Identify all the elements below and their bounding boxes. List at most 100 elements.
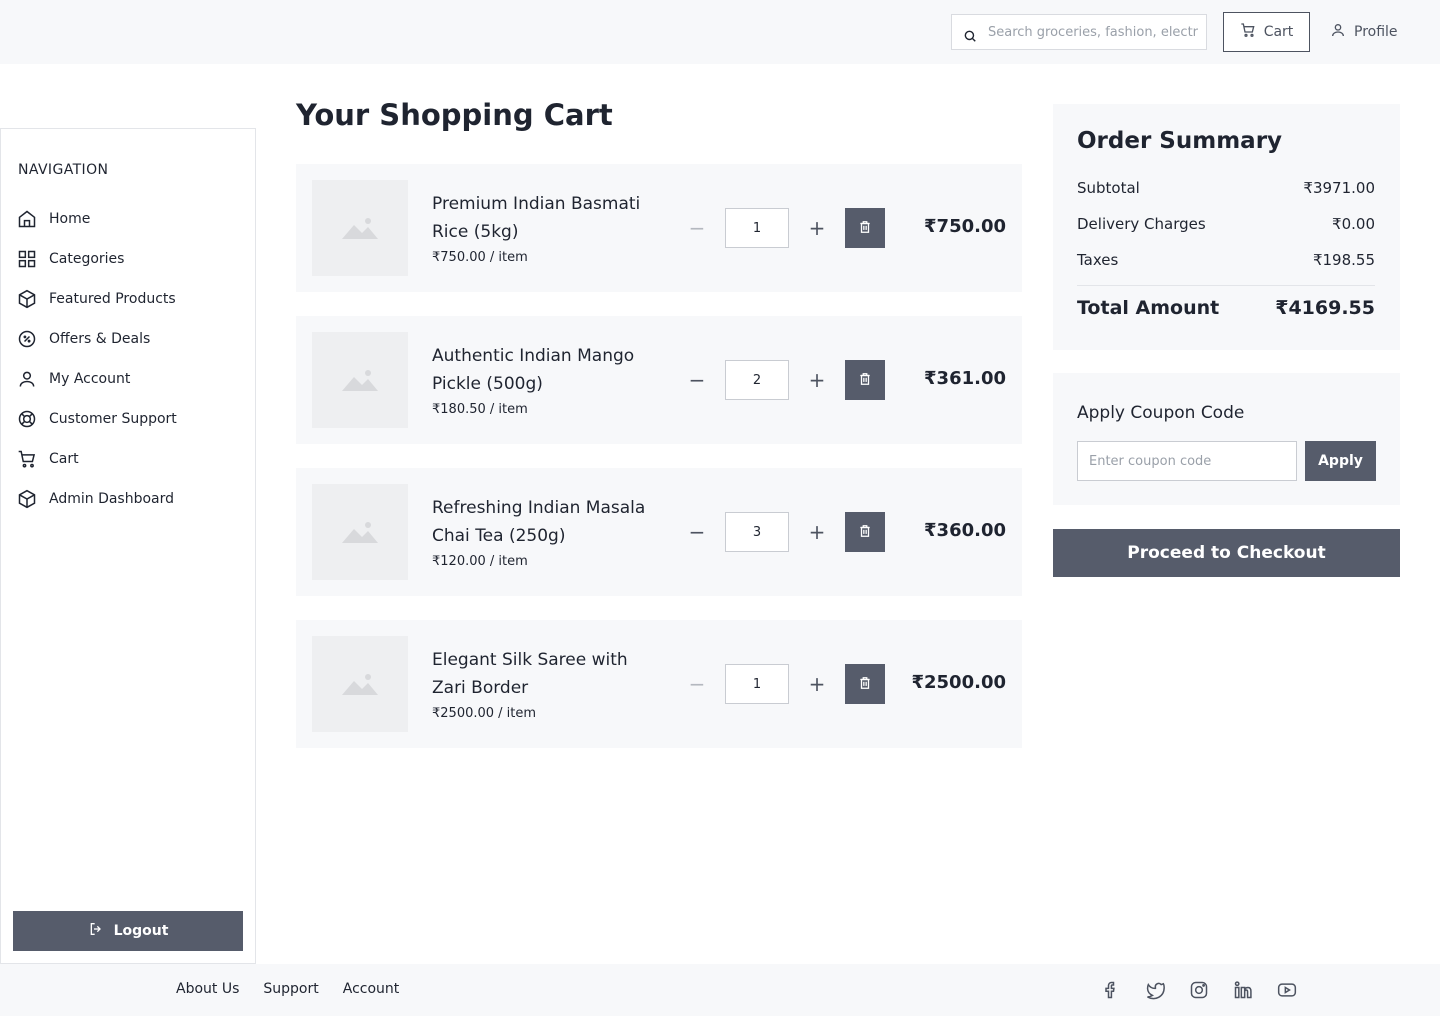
item-total: ₹750.00	[924, 216, 1006, 237]
remove-item-button[interactable]	[845, 360, 885, 400]
profile-label: Profile	[1354, 24, 1398, 40]
profile-button[interactable]: Profile	[1330, 12, 1410, 52]
nav-list: Home Categories Featured Products Offers…	[17, 199, 241, 519]
facebook-icon[interactable]	[1100, 979, 1122, 1001]
decrease-quantity-button[interactable]: −	[682, 518, 712, 546]
total-value: ₹4169.55	[1275, 297, 1375, 319]
apply-coupon-button[interactable]: Apply	[1305, 441, 1376, 481]
summary-divider	[1077, 285, 1375, 286]
coupon-title: Apply Coupon Code	[1077, 403, 1245, 423]
sidebar-item-label: Cart	[49, 451, 79, 467]
remove-item-button[interactable]	[845, 512, 885, 552]
taxes-row: Taxes ₹198.55	[1077, 251, 1375, 269]
box-icon	[17, 289, 37, 309]
subtotal-value: ₹3971.00	[1303, 179, 1375, 197]
remove-item-button[interactable]	[845, 664, 885, 704]
item-name: Authentic Indian Mango Pickle (500g)	[432, 346, 635, 394]
logout-button[interactable]: Logout	[13, 911, 243, 951]
order-summary-panel: Order Summary Subtotal ₹3971.00 Delivery…	[1053, 104, 1400, 350]
cart-item: Authentic Indian Mango Pickle (500g) ₹18…	[296, 316, 1022, 444]
instagram-icon[interactable]	[1188, 979, 1210, 1001]
item-unit-price: ₹2500.00 / item	[432, 706, 537, 721]
sidebar-item-admin-dashboard[interactable]: Admin Dashboard	[17, 479, 241, 519]
social-links	[1100, 979, 1298, 1001]
footer-link-about[interactable]: About Us	[176, 981, 239, 997]
trash-icon	[858, 219, 872, 238]
item-unit-price: ₹180.50 / item	[432, 402, 528, 417]
percent-icon	[17, 329, 37, 349]
increase-quantity-button[interactable]: +	[802, 670, 832, 698]
search-box[interactable]	[951, 14, 1207, 50]
footer: About Us Support Account	[0, 964, 1440, 1016]
logout-label: Logout	[113, 923, 169, 939]
sidebar-item-label: Customer Support	[49, 411, 177, 427]
item-unit-price: ₹120.00 / item	[432, 554, 528, 569]
remove-item-button[interactable]	[845, 208, 885, 248]
cart-item: Elegant Silk Saree with Zari Border ₹250…	[296, 620, 1022, 748]
nav-heading: NAVIGATION	[18, 162, 109, 178]
taxes-label: Taxes	[1077, 251, 1119, 269]
increase-quantity-button[interactable]: +	[802, 518, 832, 546]
decrease-quantity-button[interactable]: −	[682, 366, 712, 394]
delivery-label: Delivery Charges	[1077, 215, 1206, 233]
twitter-icon[interactable]	[1144, 979, 1166, 1001]
sidebar-item-label: Categories	[49, 251, 125, 267]
header-cart-button[interactable]: Cart	[1223, 12, 1310, 52]
item-total: ₹361.00	[924, 368, 1006, 389]
checkout-button[interactable]: Proceed to Checkout	[1053, 529, 1400, 577]
coupon-input[interactable]	[1077, 441, 1297, 481]
top-bar: Cart Profile	[0, 0, 1440, 64]
cart-item: Refreshing Indian Masala Chai Tea (250g)…	[296, 468, 1022, 596]
quantity-field[interactable]: 1	[725, 208, 789, 248]
product-image	[312, 636, 408, 732]
sidebar-item-cart[interactable]: Cart	[17, 439, 241, 479]
cart-icon	[1240, 22, 1256, 42]
search-input[interactable]	[988, 24, 1198, 40]
sidebar-item-my-account[interactable]: My Account	[17, 359, 241, 399]
decrease-quantity-button[interactable]: −	[682, 214, 712, 242]
product-image	[312, 484, 408, 580]
item-unit-price: ₹750.00 / item	[432, 250, 528, 265]
sidebar: NAVIGATION Home Categories Featured Prod…	[0, 128, 256, 964]
sidebar-item-home[interactable]: Home	[17, 199, 241, 239]
box-icon	[17, 489, 37, 509]
linkedin-icon[interactable]	[1232, 979, 1254, 1001]
sidebar-item-label: Offers & Deals	[49, 331, 151, 347]
coupon-panel: Apply Coupon Code Apply	[1053, 373, 1400, 505]
delivery-row: Delivery Charges ₹0.00	[1077, 215, 1375, 233]
sidebar-item-label: Featured Products	[49, 291, 176, 307]
image-placeholder-icon	[342, 522, 378, 543]
total-row: Total Amount ₹4169.55	[1077, 297, 1375, 319]
cart-button-label: Cart	[1263, 24, 1294, 40]
grid-icon	[17, 249, 37, 269]
sidebar-item-categories[interactable]: Categories	[17, 239, 241, 279]
lifebuoy-icon	[17, 409, 37, 429]
quantity-field[interactable]: 3	[725, 512, 789, 552]
item-name: Refreshing Indian Masala Chai Tea (250g)	[432, 498, 646, 546]
youtube-icon[interactable]	[1276, 979, 1298, 1001]
trash-icon	[858, 523, 872, 542]
quantity-field[interactable]: 2	[725, 360, 789, 400]
item-total: ₹360.00	[924, 520, 1006, 541]
product-image	[312, 180, 408, 276]
quantity-field[interactable]: 1	[725, 664, 789, 704]
sidebar-item-offers-deals[interactable]: Offers & Deals	[17, 319, 241, 359]
product-image	[312, 332, 408, 428]
delivery-value: ₹0.00	[1332, 215, 1375, 233]
trash-icon	[858, 675, 872, 694]
sidebar-item-featured-products[interactable]: Featured Products	[17, 279, 241, 319]
item-total: ₹2500.00	[911, 672, 1006, 693]
decrease-quantity-button[interactable]: −	[682, 670, 712, 698]
search-icon	[952, 29, 988, 43]
sidebar-item-customer-support[interactable]: Customer Support	[17, 399, 241, 439]
increase-quantity-button[interactable]: +	[802, 366, 832, 394]
footer-link-support[interactable]: Support	[263, 981, 318, 997]
cart-item: Premium Indian Basmati Rice (5kg) ₹750.0…	[296, 164, 1022, 292]
user-icon	[1330, 22, 1346, 42]
image-placeholder-icon	[342, 674, 378, 695]
sidebar-item-label: Home	[49, 211, 91, 227]
cart-icon	[17, 449, 37, 469]
increase-quantity-button[interactable]: +	[802, 214, 832, 242]
subtotal-label: Subtotal	[1077, 179, 1140, 197]
footer-link-account[interactable]: Account	[343, 981, 400, 997]
